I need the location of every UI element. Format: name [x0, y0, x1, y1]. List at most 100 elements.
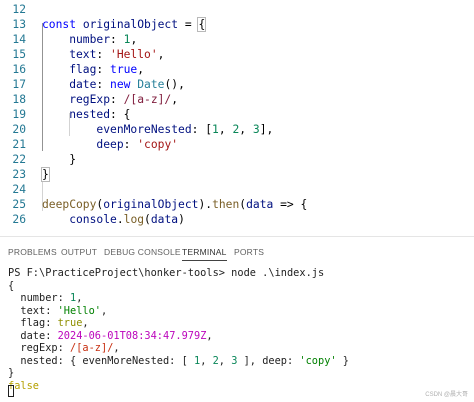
code-token: ( [144, 213, 151, 226]
line-number: 19 [12, 108, 26, 121]
code-text: console.log(data) [42, 212, 185, 227]
terminal-token: 2024-06-01T08:34:47.979Z [57, 329, 207, 342]
terminal-token: , [113, 342, 120, 354]
code-token: /[a-z]/ [123, 93, 172, 106]
code-text: regExp: /[a-z]/, [42, 92, 178, 107]
code-token: originalObject [82, 18, 179, 31]
code-line[interactable]: 15 text: 'Hello', [0, 47, 474, 62]
code-token: data [150, 213, 179, 226]
code-token: 1 [212, 123, 219, 136]
code-token: = [178, 18, 199, 31]
code-line[interactable]: 24 [0, 182, 474, 197]
code-token: true [110, 63, 138, 76]
terminal-token: , [76, 292, 83, 304]
terminal-token: , [200, 354, 213, 367]
code-line[interactable]: 22 } [0, 152, 474, 167]
terminal-cursor [8, 385, 14, 397]
terminal-token: number: [8, 292, 70, 304]
code-token: : [110, 33, 124, 46]
code-token: : [96, 63, 111, 76]
code-text: date: new Date(), [42, 77, 185, 92]
code-token: { [197, 17, 207, 32]
terminal-token: { [8, 279, 15, 292]
terminal-output-line: date: 2024-06-01T08:34:47.979Z, [8, 329, 213, 342]
code-token: } [42, 153, 77, 166]
code-token: : [110, 93, 124, 106]
terminal-output-line: text: 'Hello', [8, 305, 107, 317]
terminal-token: text: [8, 304, 58, 317]
line-number: 14 [12, 33, 26, 46]
code-text: deep: 'copy' [42, 137, 178, 152]
terminal-token: , [101, 304, 108, 317]
line-number: 24 [12, 183, 26, 196]
line-number: 12 [12, 3, 26, 16]
tab-terminal[interactable]: TERMINAL [182, 243, 227, 261]
terminal-token: nested: { evenMoreNested: [ [8, 354, 194, 367]
code-line[interactable]: 26 console.log(data) [0, 212, 474, 227]
code-token: ) [178, 213, 185, 226]
code-token: const [42, 18, 83, 31]
terminal-output[interactable]: PS F:\PracticeProject\honker-tools> node… [0, 265, 474, 402]
code-token: : [123, 138, 138, 151]
line-number: 18 [12, 93, 26, 106]
code-token: . [116, 213, 124, 226]
terminal-token: true [57, 317, 83, 329]
code-token: : [96, 78, 111, 91]
code-token: originalObject [103, 198, 199, 211]
line-number: 16 [12, 63, 26, 76]
terminal-output-line: { [8, 280, 14, 292]
code-token: new [110, 78, 138, 91]
line-number: 17 [12, 78, 26, 91]
terminal-token: regExp: [8, 342, 70, 354]
code-token: number [42, 33, 111, 46]
code-line[interactable]: 17 date: new Date(), [0, 77, 474, 92]
code-line[interactable]: 25 deepCopy(originalObject).then(data => … [0, 197, 474, 212]
code-token: deepCopy [42, 198, 97, 211]
line-number: 26 [12, 213, 26, 226]
line-number: 15 [12, 48, 26, 61]
terminal-token: } [336, 354, 350, 367]
code-line[interactable]: 13 const originalObject = { [0, 17, 474, 32]
tab-ports[interactable]: PORTS [234, 243, 264, 261]
tab-problems[interactable]: PROBLEMS [8, 243, 57, 261]
code-token: 'copy' [137, 138, 179, 151]
code-text: console.log(data === originalObject) // … [42, 227, 375, 228]
code-text: } [42, 152, 76, 167]
terminal-token: , [82, 317, 89, 329]
code-token: , [137, 63, 145, 76]
terminal-token: , [218, 354, 232, 367]
line-number: 23 [12, 168, 26, 181]
tab-debug-console[interactable]: DEBUG CONSOLE [104, 243, 181, 261]
line-number: 22 [12, 153, 26, 166]
code-line[interactable]: 12 [0, 2, 474, 17]
terminal-token: ], deep: [237, 354, 300, 367]
code-text: } [41, 167, 50, 182]
code-token: , [171, 93, 179, 106]
terminal-token: 'copy' [299, 354, 337, 367]
code-token: => { [273, 198, 308, 211]
code-line[interactable]: 16 flag: true, [0, 62, 474, 77]
code-line[interactable]: 20 evenMoreNested: [1, 2, 3], [0, 122, 474, 137]
code-line[interactable]: 23} [0, 167, 474, 182]
terminal-output-line: regExp: /[a-z]/, [8, 342, 120, 354]
code-token: nested [42, 108, 111, 121]
code-token: 3 [252, 123, 260, 136]
code-token: then [212, 198, 240, 211]
terminal-command-line: PS F:\PracticeProject\honker-tools> node… [8, 267, 324, 279]
code-token: } [41, 167, 50, 182]
code-text: number: 1, [42, 32, 137, 47]
code-token: deep [42, 138, 124, 151]
code-line[interactable]: 18 regExp: /[a-z]/, [0, 92, 474, 107]
code-token: ). [198, 198, 213, 211]
code-line[interactable]: 21 deep: 'copy' [0, 137, 474, 152]
code-token: ], [259, 123, 274, 136]
code-editor[interactable]: 12 13 const originalObject = {14 number: 1… [0, 0, 474, 228]
code-line[interactable]: 27 console.log(data === originalObject) … [0, 227, 474, 228]
code-token: flag [42, 63, 97, 76]
code-line[interactable]: 14 number: 1, [0, 32, 474, 47]
code-line[interactable]: 19 nested: { [0, 107, 474, 122]
terminal-token: , [206, 329, 213, 342]
terminal-token: date: [8, 329, 58, 342]
code-text: const originalObject = { [42, 17, 207, 32]
tab-output[interactable]: OUTPUT [61, 243, 97, 261]
